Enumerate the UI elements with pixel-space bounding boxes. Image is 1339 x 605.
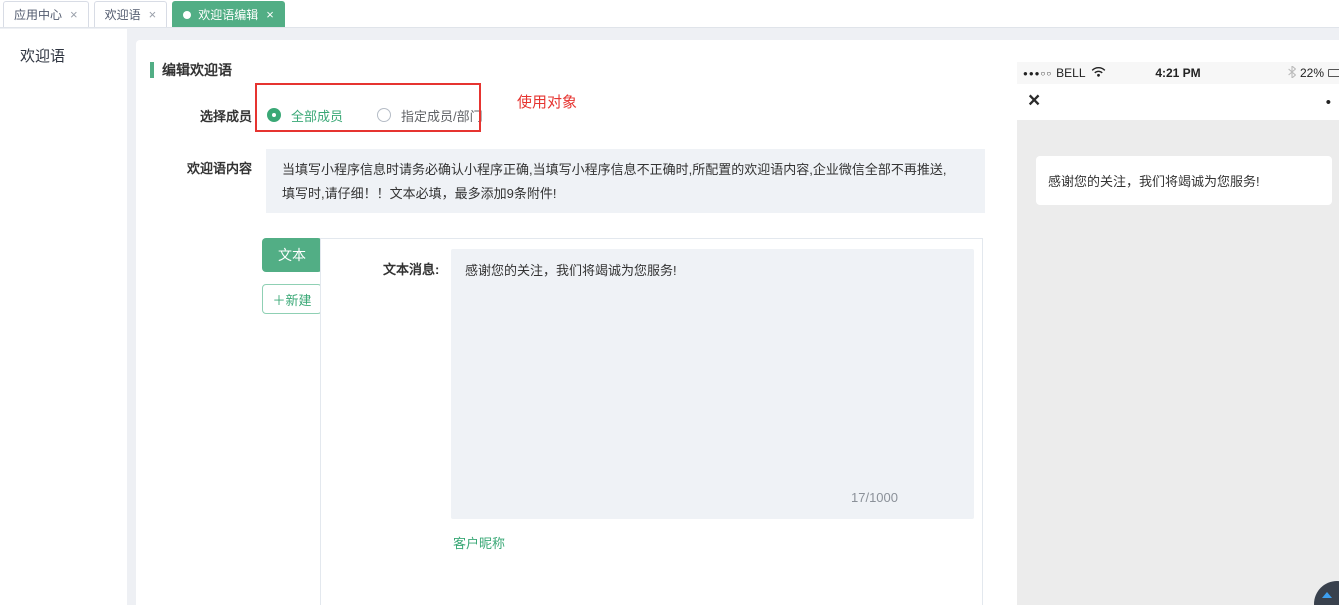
close-icon[interactable]: × [1028, 90, 1040, 111]
message-panel: 文本消息: 感谢您的关注，我们将竭诚为您服务! 17/1000 客户昵称 [320, 238, 983, 605]
tab-bar: 应用中心 × 欢迎语 × 欢迎语编辑 × [0, 0, 1339, 28]
chat-preview-area: 感谢您的关注，我们将竭诚为您服务! [1017, 120, 1339, 605]
radio-all-members[interactable]: 全部成员 [267, 106, 343, 125]
more-menu-icon[interactable]: • [1326, 94, 1331, 111]
member-select-label: 选择成员 [136, 106, 252, 125]
section-title: 编辑欢迎语 [162, 60, 232, 80]
welcome-message-bubble: 感谢您的关注，我们将竭诚为您服务! [1036, 156, 1332, 205]
arrow-up-icon [1322, 592, 1332, 598]
member-radio-group: 全部成员 指定成员/部门 [267, 106, 517, 124]
section-header: 编辑欢迎语 [150, 60, 232, 80]
add-new-button[interactable]: ＋新建 [262, 284, 322, 314]
radio-checked-icon[interactable] [267, 108, 281, 122]
notice-box: 当填写小程序信息时请务必确认小程序正确,当填写小程序信息不正确时,所配置的欢迎语… [266, 149, 985, 213]
radio-specified-members[interactable]: 指定成员/部门 [377, 106, 483, 125]
battery-icon [1328, 69, 1339, 77]
tab-label: 欢迎语 [105, 6, 141, 23]
content-label: 欢迎语内容 [136, 158, 252, 177]
annotation-text: 使用对象 [517, 91, 577, 112]
active-dot-icon [183, 11, 191, 19]
bluetooth-icon [1288, 66, 1296, 81]
scroll-widget-button[interactable] [1314, 581, 1339, 605]
tab-app-center[interactable]: 应用中心 × [3, 1, 89, 27]
radio-unchecked-icon[interactable] [377, 108, 391, 122]
status-right-group: 22% [1288, 66, 1339, 81]
notice-line-2: 填写时,请仔细！！文本必填，最多添加9条附件! [282, 182, 969, 206]
tab-welcome-edit[interactable]: 欢迎语编辑 × [172, 1, 285, 27]
sidebar-item-welcome[interactable]: 欢迎语 [0, 29, 127, 66]
sidebar: 欢迎语 [0, 29, 127, 605]
char-counter: 17/1000 [851, 490, 898, 505]
customer-nickname-link[interactable]: 客户昵称 [453, 533, 505, 552]
battery-percent: 22% [1300, 66, 1324, 80]
tab-label: 应用中心 [14, 6, 62, 23]
text-type-tab[interactable]: 文本 [262, 238, 322, 272]
tab-close-icon[interactable]: × [149, 8, 157, 21]
message-textarea[interactable]: 感谢您的关注，我们将竭诚为您服务! [451, 249, 974, 481]
section-accent-bar [150, 62, 154, 78]
phone-status-bar: ●●●○○ BELL 4:21 PM 22% [1017, 62, 1339, 84]
message-textarea-wrap: 感谢您的关注，我们将竭诚为您服务! 17/1000 [451, 249, 974, 519]
tab-label: 欢迎语编辑 [198, 6, 258, 23]
message-label: 文本消息: [383, 259, 439, 278]
phone-preview: ●●●○○ BELL 4:21 PM 22% × • 感谢您的关注 [1017, 62, 1339, 605]
radio-label[interactable]: 指定成员/部门 [401, 106, 483, 125]
tab-close-icon[interactable]: × [266, 8, 274, 21]
tab-close-icon[interactable]: × [70, 8, 78, 21]
phone-nav-bar: × • [1017, 84, 1339, 120]
notice-line-1: 当填写小程序信息时请务必确认小程序正确,当填写小程序信息不正确时,所配置的欢迎语… [282, 158, 969, 182]
tab-welcome-list[interactable]: 欢迎语 × [94, 1, 168, 27]
radio-label[interactable]: 全部成员 [291, 106, 343, 125]
